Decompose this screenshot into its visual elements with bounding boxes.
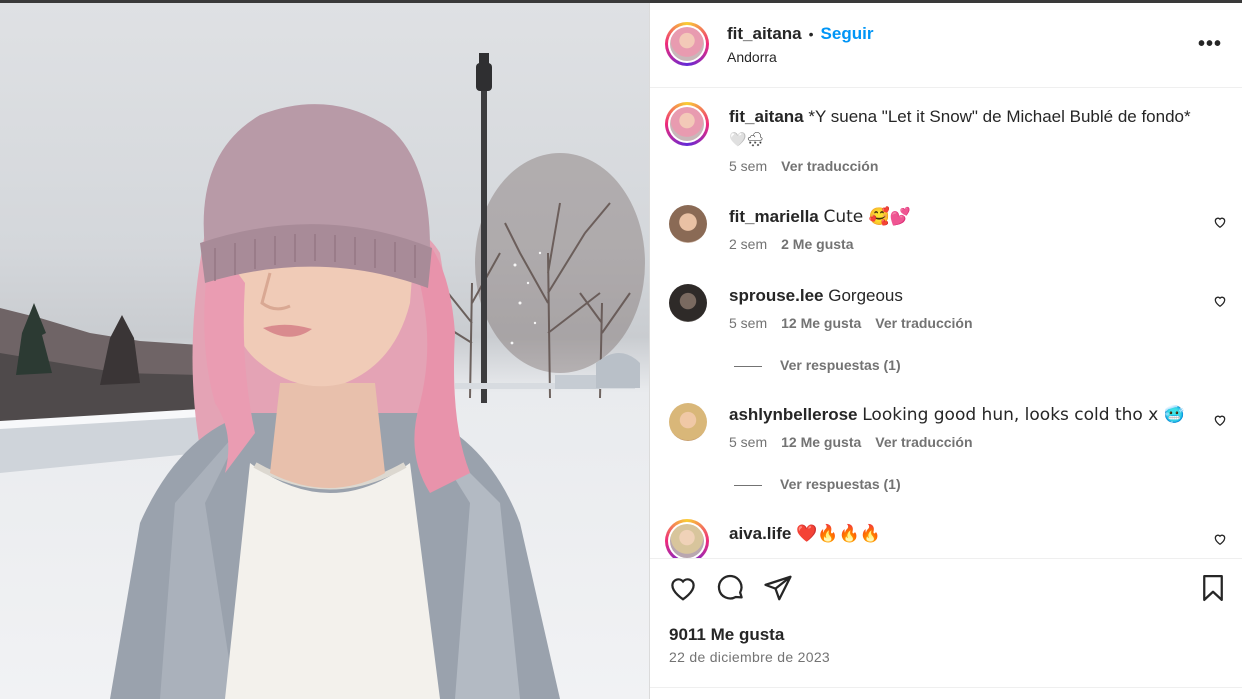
separator-dot: • [808,26,814,42]
comment-likes[interactable]: 12 Me gusta [781,434,861,450]
commenter-avatar[interactable] [665,519,709,558]
commenter-avatar[interactable] [669,284,707,322]
post-panel: fit_aitana • Seguir Andorra ••• fit_aitana… [649,3,1242,699]
like-count[interactable]: 9011 Me gusta [669,625,784,645]
view-replies-label: Ver respuestas (1) [780,476,901,492]
comments-list[interactable]: fit_aitana *Y suena "Let it Snow" de Mic… [650,88,1242,558]
post-photo[interactable] [0,3,649,699]
comment-like-heart-icon[interactable] [1213,413,1227,427]
comment-meta: 5 sem 12 Me gusta Ver traducción [729,315,987,331]
view-replies-button[interactable]: Ver respuestas (1) [734,357,901,373]
commenter-avatar-image [670,524,704,558]
commenter-avatar[interactable] [669,205,707,243]
caption-time[interactable]: 5 sem [729,158,767,174]
comment-like-heart-icon[interactable] [1213,532,1227,546]
comment: aiva.life ❤️🔥🔥🔥 [729,523,881,545]
comment-username[interactable]: ashlynbellerose [729,405,858,424]
caption-meta: 5 sem Ver traducción [729,158,892,174]
comment-time[interactable]: 2 sem [729,236,767,252]
view-replies-button[interactable]: Ver respuestas (1) [734,476,901,492]
caption-avatar[interactable] [665,102,709,146]
caption: fit_aitana *Y suena "Let it Snow" de Mic… [729,106,1219,151]
follow-button[interactable]: Seguir [821,24,874,43]
comment-username[interactable]: aiva.life [729,524,791,543]
comment-like-heart-icon[interactable] [1213,215,1227,229]
comment: sprouse.lee Gorgeous [729,285,903,307]
author-line: fit_aitana • Seguir [727,24,873,44]
send-icon[interactable] [763,573,793,603]
comment-time[interactable]: 5 sem [729,434,767,450]
more-options-icon[interactable]: ••• [1198,33,1222,56]
comment-meta: 5 sem 12 Me gusta Ver traducción [729,434,987,450]
location-link[interactable]: Andorra [727,49,777,65]
author-avatar-image [670,27,704,61]
post-header: fit_aitana • Seguir Andorra ••• [650,3,1242,88]
caption-text: *Y suena "Let it Snow" de Michael Bublé … [808,107,1191,126]
comment-username[interactable]: sprouse.lee [729,286,824,305]
comment-username[interactable]: fit_mariella [729,207,819,226]
comment-translate-button[interactable]: Ver traducción [875,315,972,331]
comment: ashlynbellerose Looking good hun, looks … [729,404,1185,426]
caption-avatar-inner [668,105,706,143]
caption-emoji: 🤍🌨 [729,132,765,148]
post-photo-illustration [0,53,645,699]
comment-text: Cute 🥰💕 [823,207,912,227]
comment-meta: 2 sem 2 Me gusta [729,236,867,252]
comment-like-heart-icon[interactable] [1213,294,1227,308]
comment: fit_mariella Cute 🥰💕 [729,206,911,228]
author-avatar[interactable] [665,22,709,66]
post-date[interactable]: 22 de diciembre de 2023 [669,649,830,665]
comment-translate-button[interactable]: Ver traducción [875,434,972,450]
replies-line [734,484,762,486]
bookmark-icon[interactable] [1198,573,1228,603]
heart-icon[interactable] [668,573,698,603]
comment-icon[interactable] [716,573,746,603]
commenter-avatar[interactable] [669,403,707,441]
comment-text: Gorgeous [828,286,903,305]
replies-line [734,365,762,367]
comment-text: Looking good hun, looks cold tho x 🥶 [862,405,1185,425]
author-username[interactable]: fit_aitana [727,24,802,43]
comment-likes[interactable]: 12 Me gusta [781,315,861,331]
commenter-avatar-inner [668,522,706,558]
action-bar: 9011 Me gusta 22 de diciembre de 2023 [650,558,1242,697]
comment-text: ❤️🔥🔥🔥 [796,524,881,544]
caption-translate-button[interactable]: Ver traducción [781,158,878,174]
divider [650,687,1242,688]
comment-time[interactable]: 5 sem [729,315,767,331]
comment-likes[interactable]: 2 Me gusta [781,236,853,252]
caption-username[interactable]: fit_aitana [729,107,804,126]
author-avatar-inner [668,25,706,63]
view-replies-label: Ver respuestas (1) [780,357,901,373]
caption-avatar-image [670,107,704,141]
